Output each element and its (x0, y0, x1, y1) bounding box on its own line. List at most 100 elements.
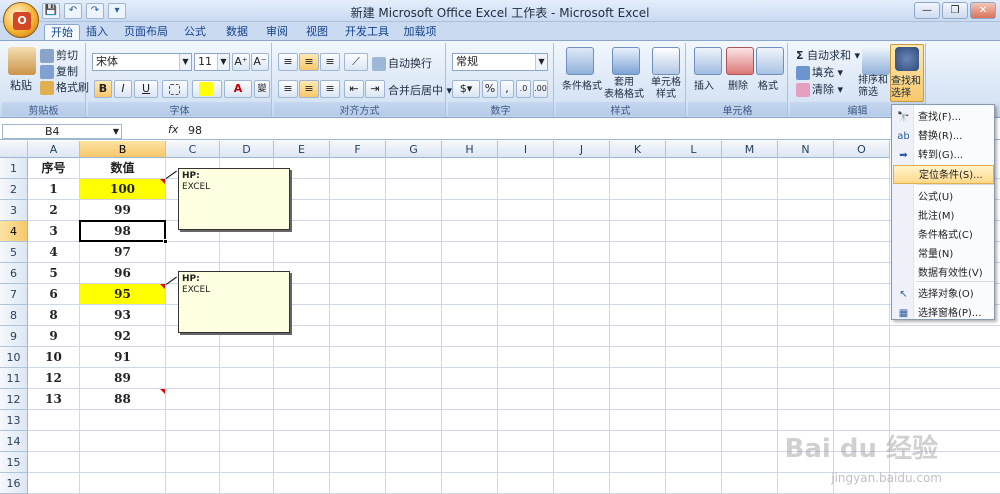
table-cell-value[interactable]: 99 (80, 200, 165, 220)
table-cell-value[interactable]: 95 (80, 284, 165, 304)
autosum-button[interactable]: Σ 自动求和 ▾ (796, 47, 860, 63)
phonetic-button[interactable]: 變 (254, 80, 270, 98)
column-header-f[interactable]: F (330, 141, 386, 158)
delete-cells-button[interactable]: 删除 (728, 77, 748, 92)
font-size-combo[interactable]: 11 ▼ (194, 53, 230, 71)
tab-insert[interactable]: 插入 (82, 24, 112, 40)
table-cell-value[interactable]: 91 (80, 347, 165, 367)
row-header-12[interactable]: 12 (0, 389, 28, 410)
column-header-o[interactable]: O (834, 141, 890, 158)
table-cell-value[interactable]: 89 (80, 368, 165, 388)
font-name-combo[interactable]: 宋体 ▼ (92, 53, 192, 71)
cut-button[interactable]: 剪切 (40, 47, 78, 63)
fill-color-button[interactable] (192, 80, 222, 98)
table-cell-value[interactable]: 97 (80, 242, 165, 262)
row-header-5[interactable]: 5 (0, 242, 28, 263)
column-header-e[interactable]: E (274, 141, 330, 158)
tab-developer[interactable]: 开发工具 (344, 24, 390, 40)
close-button[interactable]: ✕ (970, 2, 996, 19)
increase-indent-button[interactable]: ⇥ (365, 80, 385, 98)
row-header-10[interactable]: 10 (0, 347, 28, 368)
table-cell-index[interactable]: 12 (28, 368, 79, 388)
sort-filter-button[interactable]: 排序和 筛选 (858, 75, 888, 99)
tab-addins[interactable]: 加载项 (402, 24, 438, 40)
table-cell-index[interactable]: 9 (28, 326, 79, 346)
clear-button[interactable]: 清除 ▾ (796, 81, 843, 97)
column-header-j[interactable]: J (554, 141, 610, 158)
row-header-13[interactable]: 13 (0, 410, 28, 431)
shrink-font-button[interactable]: A⁻ (251, 53, 269, 71)
table-cell-value[interactable]: 92 (80, 326, 165, 346)
row-header-16[interactable]: 16 (0, 473, 28, 494)
menu-formulas[interactable]: 公式(U) (893, 188, 994, 207)
font-color-button[interactable]: A (224, 80, 252, 98)
row-header-14[interactable]: 14 (0, 431, 28, 452)
menu-select-objects[interactable]: ↖ 选择对象(O) (893, 285, 994, 304)
align-left-button[interactable]: ≡ (278, 80, 298, 98)
table-cell-index[interactable]: 2 (28, 200, 79, 220)
menu-find[interactable]: 🔭 查找(F)... (893, 108, 994, 127)
insert-function-icon[interactable]: fx (168, 123, 178, 136)
menu-constants[interactable]: 常量(N) (893, 245, 994, 264)
paste-icon[interactable] (8, 47, 36, 75)
table-cell-index[interactable]: 13 (28, 389, 79, 409)
orientation-button[interactable]: ⟋ (344, 53, 368, 71)
row-header-2[interactable]: 2 (0, 179, 28, 200)
merge-center-button[interactable]: 合并后居中 ▾ (388, 82, 452, 98)
table-cell-value[interactable]: 88 (80, 389, 165, 409)
paste-button[interactable]: 粘贴 (10, 77, 32, 93)
table-cell-index[interactable]: 10 (28, 347, 79, 367)
table-cell-index[interactable]: 3 (28, 221, 79, 241)
row-header-7[interactable]: 7 (0, 284, 28, 305)
row-header-15[interactable]: 15 (0, 452, 28, 473)
decrease-decimal-button[interactable]: .00 (533, 80, 548, 98)
decrease-indent-button[interactable]: ⇤ (344, 80, 364, 98)
row-header-11[interactable]: 11 (0, 368, 28, 389)
format-painter-button[interactable]: 格式刷 (40, 79, 89, 95)
align-center-button[interactable]: ≡ (299, 80, 319, 98)
row-header-8[interactable]: 8 (0, 305, 28, 326)
tab-formulas[interactable]: 公式 (180, 24, 210, 40)
column-header-l[interactable]: L (666, 141, 722, 158)
tab-home[interactable]: 开始 (44, 24, 80, 40)
conditional-format-button[interactable]: 条件格式 (560, 77, 604, 92)
column-header-n[interactable]: N (778, 141, 834, 158)
table-cell-value[interactable]: 93 (80, 305, 165, 325)
menu-selection-pane[interactable]: ▦ 选择窗格(P)... (893, 304, 994, 323)
header-cell-index[interactable]: 序号 (28, 158, 79, 178)
column-header-i[interactable]: I (498, 141, 554, 158)
column-header-b[interactable]: B (80, 141, 166, 158)
row-header-3[interactable]: 3 (0, 200, 28, 221)
column-header-k[interactable]: K (610, 141, 666, 158)
number-format-combo[interactable]: 常规 ▼ (452, 53, 548, 71)
borders-button[interactable] (162, 80, 188, 98)
column-header-a[interactable]: A (28, 141, 80, 158)
copy-button[interactable]: 复制 (40, 63, 78, 79)
select-all-corner[interactable] (0, 141, 28, 158)
name-box[interactable]: B4 ▼ (2, 124, 122, 139)
table-cell-index[interactable]: 8 (28, 305, 79, 325)
format-cells-button[interactable]: 格式 (758, 77, 778, 92)
menu-replace[interactable]: ab 替换(R)... (893, 127, 994, 146)
tab-page-layout[interactable]: 页面布局 (120, 24, 172, 40)
formula-input[interactable]: 98 (188, 124, 202, 137)
bold-button[interactable]: B (94, 80, 112, 98)
table-cell-value[interactable]: 96 (80, 263, 165, 283)
table-cell-value[interactable]: 100 (80, 179, 165, 199)
currency-button[interactable]: $▾ (452, 80, 480, 98)
cell-styles-button[interactable]: 单元格 样式 (646, 77, 686, 101)
row-header-9[interactable]: 9 (0, 326, 28, 347)
insert-cells-button[interactable]: 插入 (694, 77, 714, 92)
restore-button[interactable]: ❐ (942, 2, 968, 19)
menu-goto[interactable]: ➡ 转到(G)... (893, 146, 994, 165)
wrap-text-button[interactable]: 自动换行 (372, 55, 432, 71)
comment-box[interactable]: HP: EXCEL (178, 168, 290, 230)
find-select-button[interactable]: 查找和 选择 (890, 44, 924, 102)
header-cell-value[interactable]: 数值 (80, 158, 165, 178)
italic-button[interactable]: I (114, 80, 132, 98)
minimize-button[interactable]: — (914, 2, 940, 19)
align-right-button[interactable]: ≡ (320, 80, 340, 98)
column-header-g[interactable]: G (386, 141, 442, 158)
percent-button[interactable]: % (482, 80, 498, 98)
tab-review[interactable]: 审阅 (262, 24, 292, 40)
